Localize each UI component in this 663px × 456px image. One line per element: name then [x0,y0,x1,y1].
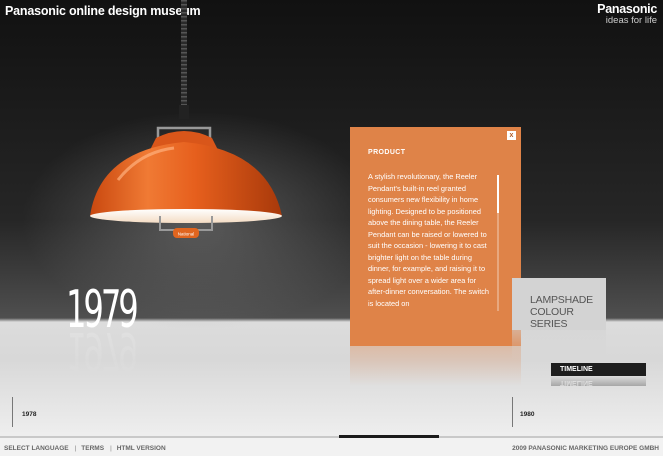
svg-text:National: National [178,232,195,237]
terms-link[interactable]: TERMS [81,445,104,452]
product-heading: PRODUCT [368,149,406,156]
panel-reflection [350,346,521,386]
timeline-tick-right [512,397,513,427]
footer-separator: | [74,445,77,452]
footer-bar: SELECT LANGUAGE | TERMS | HTML VERSION 200… [0,438,663,456]
copyright-text: 2009 PANASONIC MARKETING EUROPE GMBH [512,445,659,452]
colour-series-line1: LAMPSHADE [530,294,593,306]
timeline-tab-reflection: TIMELINE [551,376,646,386]
product-description: A stylish revolutionary, the Reeler Pend… [368,172,490,308]
timeline-tab[interactable]: TIMELINE [551,363,646,376]
logo-tagline: ideas for life [605,15,657,26]
product-info-panel: x PRODUCT A stylish revolutionary, the R… [350,127,521,346]
html-version-link[interactable]: HTML VERSION [117,445,166,452]
select-language-link[interactable]: SELECT LANGUAGE [4,445,69,452]
colour-series-line2: COLOUR SERIES [530,306,574,330]
year-reflection: 1979 [66,320,136,380]
timeline-year-left[interactable]: 1978 [22,411,36,418]
close-icon[interactable]: x [507,131,516,140]
logo-brand: Panasonic [597,2,657,16]
footer-links: SELECT LANGUAGE | TERMS | HTML VERSION [4,445,169,452]
panasonic-logo[interactable]: Panasonic ideas for life [597,2,657,26]
colour-series-reflection [512,330,606,360]
timeline-year-right[interactable]: 1980 [520,411,534,418]
footer-separator: | [110,445,112,452]
timeline-tick-left [12,397,13,427]
museum-stage: Panasonic online design museum Panasonic… [0,0,663,438]
description-scrollbar-thumb[interactable] [497,175,499,213]
lampshade-colour-series-button[interactable]: LAMPSHADE COLOUR SERIES [512,278,606,330]
reeler-pendant-lamp-image: National [90,0,282,238]
